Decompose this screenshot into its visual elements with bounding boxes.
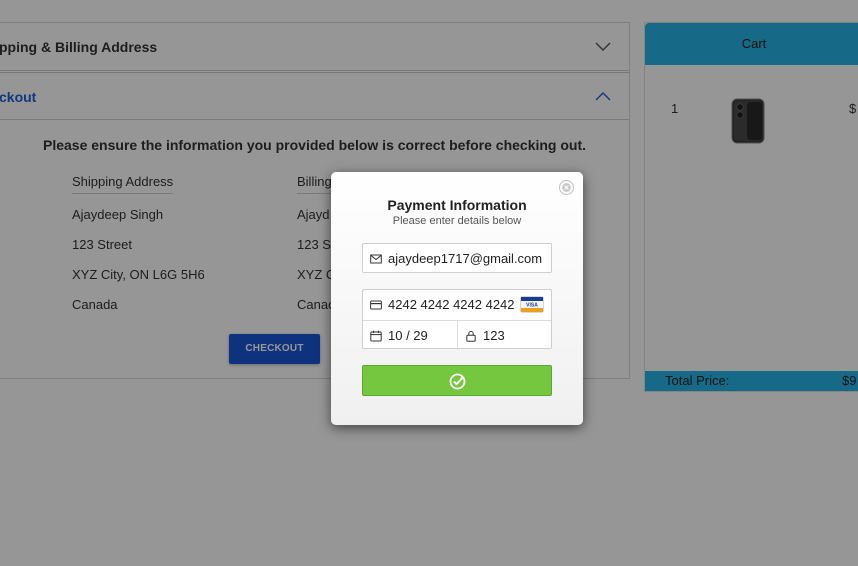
svg-text:VISA: VISA [526,303,538,309]
modal-title: Payment Information [387,197,527,213]
email-value: ajaydeep1717@gmail.com [388,251,543,266]
envelope-icon [370,254,382,264]
card-details-field: 4242 4242 4242 4242 VISA 10 / 29 123 [362,289,552,350]
card-number-value: 4242 4242 4242 4242 [388,297,515,312]
payment-modal: Payment Information Please enter details… [331,172,583,425]
checkmark-circle-icon [449,373,466,390]
close-icon[interactable] [559,180,574,195]
visa-card-icon: VISA [520,296,544,313]
email-field[interactable]: ajaydeep1717@gmail.com [362,243,552,273]
modal-subtitle: Please enter details below [392,215,522,227]
lock-icon [466,330,476,342]
expiry-input[interactable]: 10 / 29 [363,321,458,350]
expiry-value: 10 / 29 [388,328,428,343]
card-number-input[interactable]: 4242 4242 4242 4242 VISA [363,290,551,320]
calendar-icon [370,330,382,342]
credit-card-icon [370,300,382,310]
cvc-input[interactable]: 123 [458,321,552,350]
cvc-value: 123 [483,328,505,343]
submit-payment-button[interactable] [362,365,552,396]
card-expiry-cvc-row: 10 / 29 123 [363,320,551,350]
